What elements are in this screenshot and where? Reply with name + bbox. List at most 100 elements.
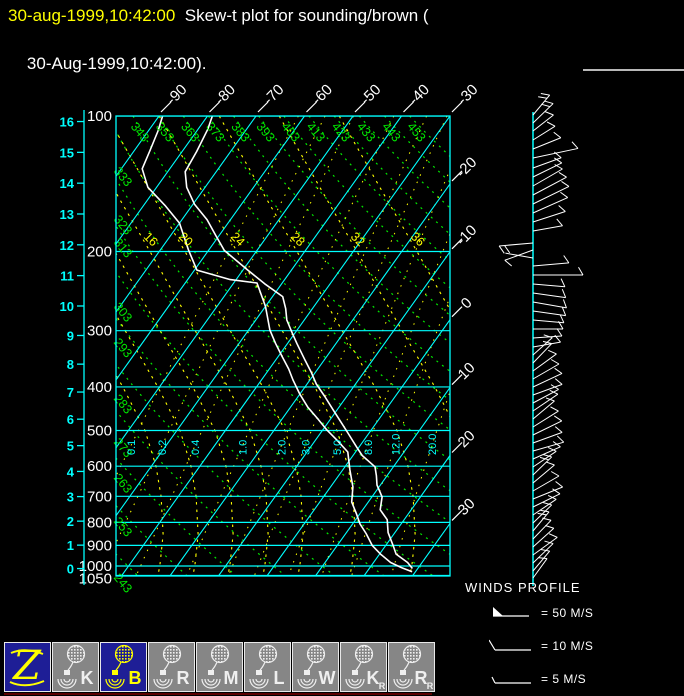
isotherm-line bbox=[0, 116, 62, 576]
isotherm-line bbox=[411, 522, 450, 576]
moist-adiabat-label: 32 bbox=[348, 229, 368, 249]
toolbar-button-l[interactable]: L bbox=[244, 642, 291, 692]
theta-label: 413 bbox=[304, 120, 328, 145]
toolbar-button-m[interactable]: M bbox=[196, 642, 243, 692]
mixing-ratio-label: 0.4 bbox=[190, 440, 202, 455]
isotherm-line bbox=[0, 116, 14, 576]
toolbar-button-kr[interactable]: KR bbox=[340, 642, 387, 692]
toolbar-button-z[interactable]: Z bbox=[4, 642, 51, 692]
toolbar-button-b[interactable]: B bbox=[100, 642, 147, 692]
moist-adiabat-line bbox=[116, 374, 164, 576]
theta-label: 443 bbox=[379, 120, 403, 145]
wind-barb bbox=[532, 426, 563, 444]
mixing-ratio-label: 0.1 bbox=[126, 440, 138, 455]
isotherm-line bbox=[217, 250, 450, 576]
toolbar-button-label: R bbox=[415, 668, 428, 688]
height-tick-label: 3 bbox=[67, 490, 74, 505]
wind-barb bbox=[532, 131, 562, 150]
theta-label: 313 bbox=[111, 236, 135, 261]
wind-barb bbox=[532, 435, 565, 452]
wind-barb bbox=[532, 205, 566, 223]
wind-barb bbox=[532, 299, 567, 309]
height-tick-label: 11 bbox=[60, 269, 74, 284]
wind-barb-5-icon bbox=[491, 676, 531, 684]
moist-adiabat-line bbox=[278, 116, 450, 418]
wind-barb bbox=[532, 471, 560, 492]
legend-label: = 10 M/S bbox=[541, 639, 594, 653]
balloon-sonde-icon: W bbox=[297, 644, 336, 689]
dry-adiabat-line bbox=[358, 116, 450, 209]
mixing-ratio-label: 3.0 bbox=[300, 440, 312, 455]
wind-barb bbox=[532, 359, 560, 380]
dry-adiabat-line bbox=[333, 116, 450, 235]
window-bottom-rule bbox=[4, 693, 432, 695]
legend-item-10ms: = 10 M/S bbox=[489, 638, 593, 654]
temp-top-label: -40 bbox=[406, 81, 433, 108]
isotherm-line bbox=[266, 318, 450, 576]
toolbar-button-k[interactable]: K bbox=[52, 642, 99, 692]
wind-barb bbox=[532, 289, 567, 299]
balloon-sonde-icon: B bbox=[105, 644, 142, 689]
temp-right-label: 30 bbox=[455, 495, 479, 519]
theta-label: 383 bbox=[228, 120, 252, 145]
wind-barb bbox=[532, 328, 563, 339]
height-tick-label: 5 bbox=[67, 439, 74, 454]
wind-barb bbox=[532, 415, 563, 436]
wind-barb bbox=[505, 252, 534, 259]
balloon-sonde-icon: K bbox=[57, 644, 94, 689]
mixing-ratio-label: 2.0 bbox=[276, 440, 288, 455]
pressure-tick-label: 400 bbox=[87, 379, 112, 396]
dry-adiabat-line bbox=[283, 116, 450, 289]
toolbar-button-rr[interactable]: RR bbox=[388, 642, 435, 692]
height-tick-label: 7 bbox=[67, 385, 74, 400]
theta-label: 453 bbox=[404, 120, 428, 145]
toolbar-button-label: K bbox=[367, 668, 380, 688]
toolbar-button-w[interactable]: W bbox=[292, 642, 339, 692]
balloon-sonde-icon: RR bbox=[393, 644, 434, 691]
isotherm-line bbox=[120, 116, 450, 576]
dry-adiabat-line bbox=[116, 271, 433, 576]
legend-item-50ms: = 50 M/S bbox=[489, 605, 593, 621]
temp-right-label: -20 bbox=[453, 154, 480, 181]
height-tick-label: 0 bbox=[67, 562, 74, 577]
temp-tick bbox=[451, 306, 463, 318]
theta-label: 333 bbox=[111, 164, 135, 189]
temp-top-label: -50 bbox=[357, 81, 384, 108]
wind-barb bbox=[532, 157, 563, 178]
moist-adiabat-label: 28 bbox=[288, 229, 308, 249]
pressure-tick-label: 700 bbox=[87, 488, 112, 505]
temp-right-label: 20 bbox=[455, 427, 479, 451]
dry-adiabat-line bbox=[116, 130, 450, 492]
temp-top-label: -30 bbox=[454, 81, 481, 108]
toolbar-button-sublabel: R bbox=[379, 681, 386, 691]
mixing-ratio-label: 1.0 bbox=[238, 440, 250, 455]
mixing-ratio-label: 8.0 bbox=[363, 440, 375, 455]
temp-top-label: -70 bbox=[260, 81, 287, 108]
isotherm-line bbox=[169, 182, 450, 576]
toolbar-button-r[interactable]: R bbox=[148, 642, 195, 692]
pressure-tick-label: 600 bbox=[87, 458, 112, 475]
wind-barb bbox=[532, 278, 566, 288]
z-logo-icon: Z bbox=[9, 643, 45, 689]
mixing-ratio-label: 0.2 bbox=[157, 440, 169, 455]
toolbar-button-label: L bbox=[274, 668, 285, 688]
temp-right-label: 10 bbox=[455, 359, 479, 383]
moist-adiabat-line bbox=[338, 116, 450, 311]
winds-profile-legend: WINDS PROFILE = 50 M/S = 10 M/S = 5 M/S bbox=[465, 580, 593, 696]
height-tick-label: 14 bbox=[60, 176, 75, 191]
temperature-trace bbox=[184, 116, 414, 569]
legend-title: WINDS PROFILE bbox=[465, 580, 581, 595]
wind-barb-10-icon bbox=[489, 639, 531, 651]
isotherm-line bbox=[363, 454, 450, 576]
moist-adiabat-label: 24 bbox=[228, 229, 248, 249]
temp-top-label: -60 bbox=[309, 81, 336, 108]
wind-barb bbox=[532, 378, 563, 396]
wind-barb bbox=[532, 488, 561, 508]
wind-barb bbox=[532, 307, 567, 317]
height-tick-label: 1 bbox=[67, 538, 74, 553]
wind-barb bbox=[532, 181, 570, 205]
mixing-ratio-label: 5.0 bbox=[332, 440, 344, 455]
pressure-tick-label: 900 bbox=[87, 537, 112, 554]
moist-adiabat-label: 16 bbox=[141, 229, 161, 249]
legend-label: = 5 M/S bbox=[541, 672, 587, 686]
